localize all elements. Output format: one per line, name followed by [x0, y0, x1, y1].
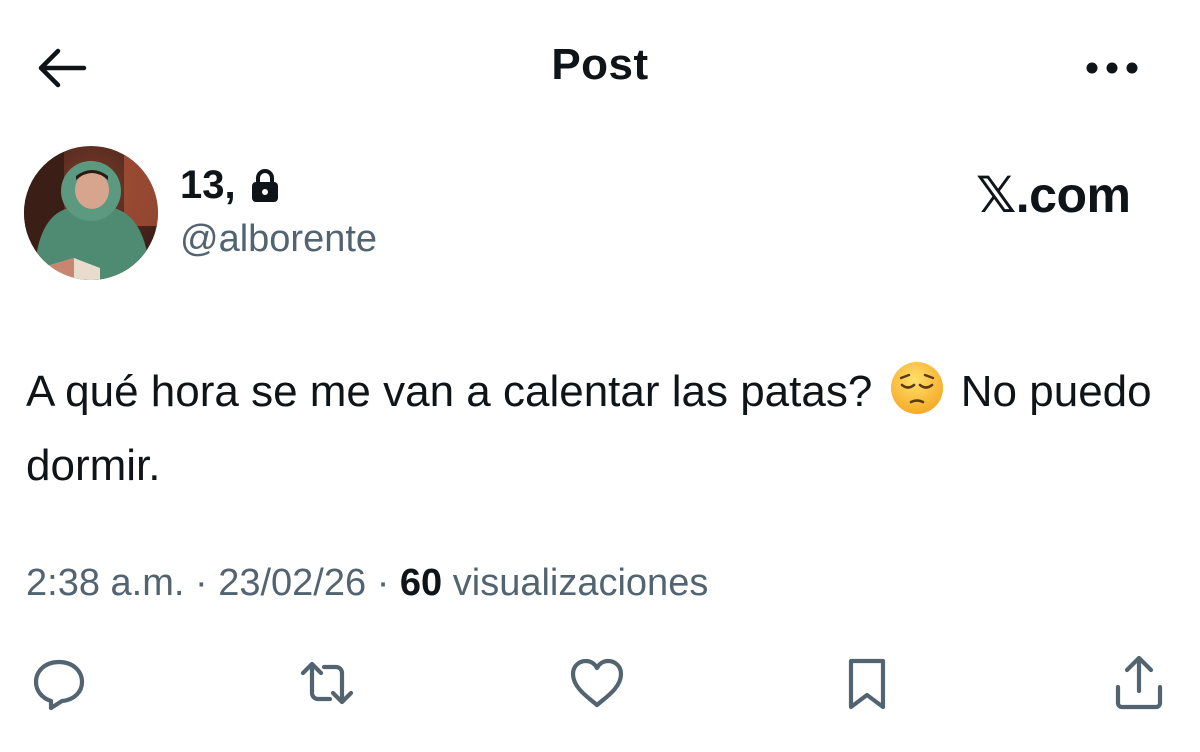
brand-text: 𝕏.com	[976, 167, 1131, 223]
avatar-photo	[24, 146, 158, 280]
more-horizontal-icon	[1086, 62, 1138, 74]
bookmark-button[interactable]	[832, 648, 902, 718]
reply-button[interactable]	[24, 648, 94, 718]
author-handle[interactable]: @alborente	[180, 218, 377, 261]
more-options-button[interactable]	[1080, 44, 1144, 92]
display-name[interactable]: 13,	[180, 163, 236, 208]
reply-icon	[33, 659, 85, 711]
post-date[interactable]: 23/02/26	[218, 562, 366, 604]
lock-icon	[251, 169, 278, 202]
share-button[interactable]	[1104, 648, 1174, 718]
post-text: A qué hora se me van a calentar las pata…	[26, 355, 1176, 503]
brand-watermark: 𝕏.com	[976, 163, 1131, 227]
repost-button[interactable]	[292, 648, 362, 718]
views-count: 60	[399, 562, 443, 604]
post-meta: 2:38 a.m. · 23/02/26 · 60 visualizacione…	[26, 562, 708, 605]
meta-separator: ·	[376, 562, 390, 604]
like-icon	[570, 658, 624, 708]
page-title: Post	[551, 40, 649, 89]
pensive-face-emoji	[890, 362, 943, 414]
like-button[interactable]	[562, 648, 632, 718]
post-text-part1: A qué hora se me van a calentar las pata…	[26, 367, 873, 416]
bookmark-icon	[848, 658, 886, 710]
share-icon	[1115, 655, 1163, 710]
avatar[interactable]	[24, 146, 158, 280]
views-label: visualizaciones	[452, 562, 709, 604]
author-name-row: 13,	[180, 160, 280, 210]
meta-separator: ·	[194, 562, 208, 604]
repost-icon	[300, 661, 354, 705]
post-time[interactable]: 2:38 a.m.	[26, 562, 184, 604]
